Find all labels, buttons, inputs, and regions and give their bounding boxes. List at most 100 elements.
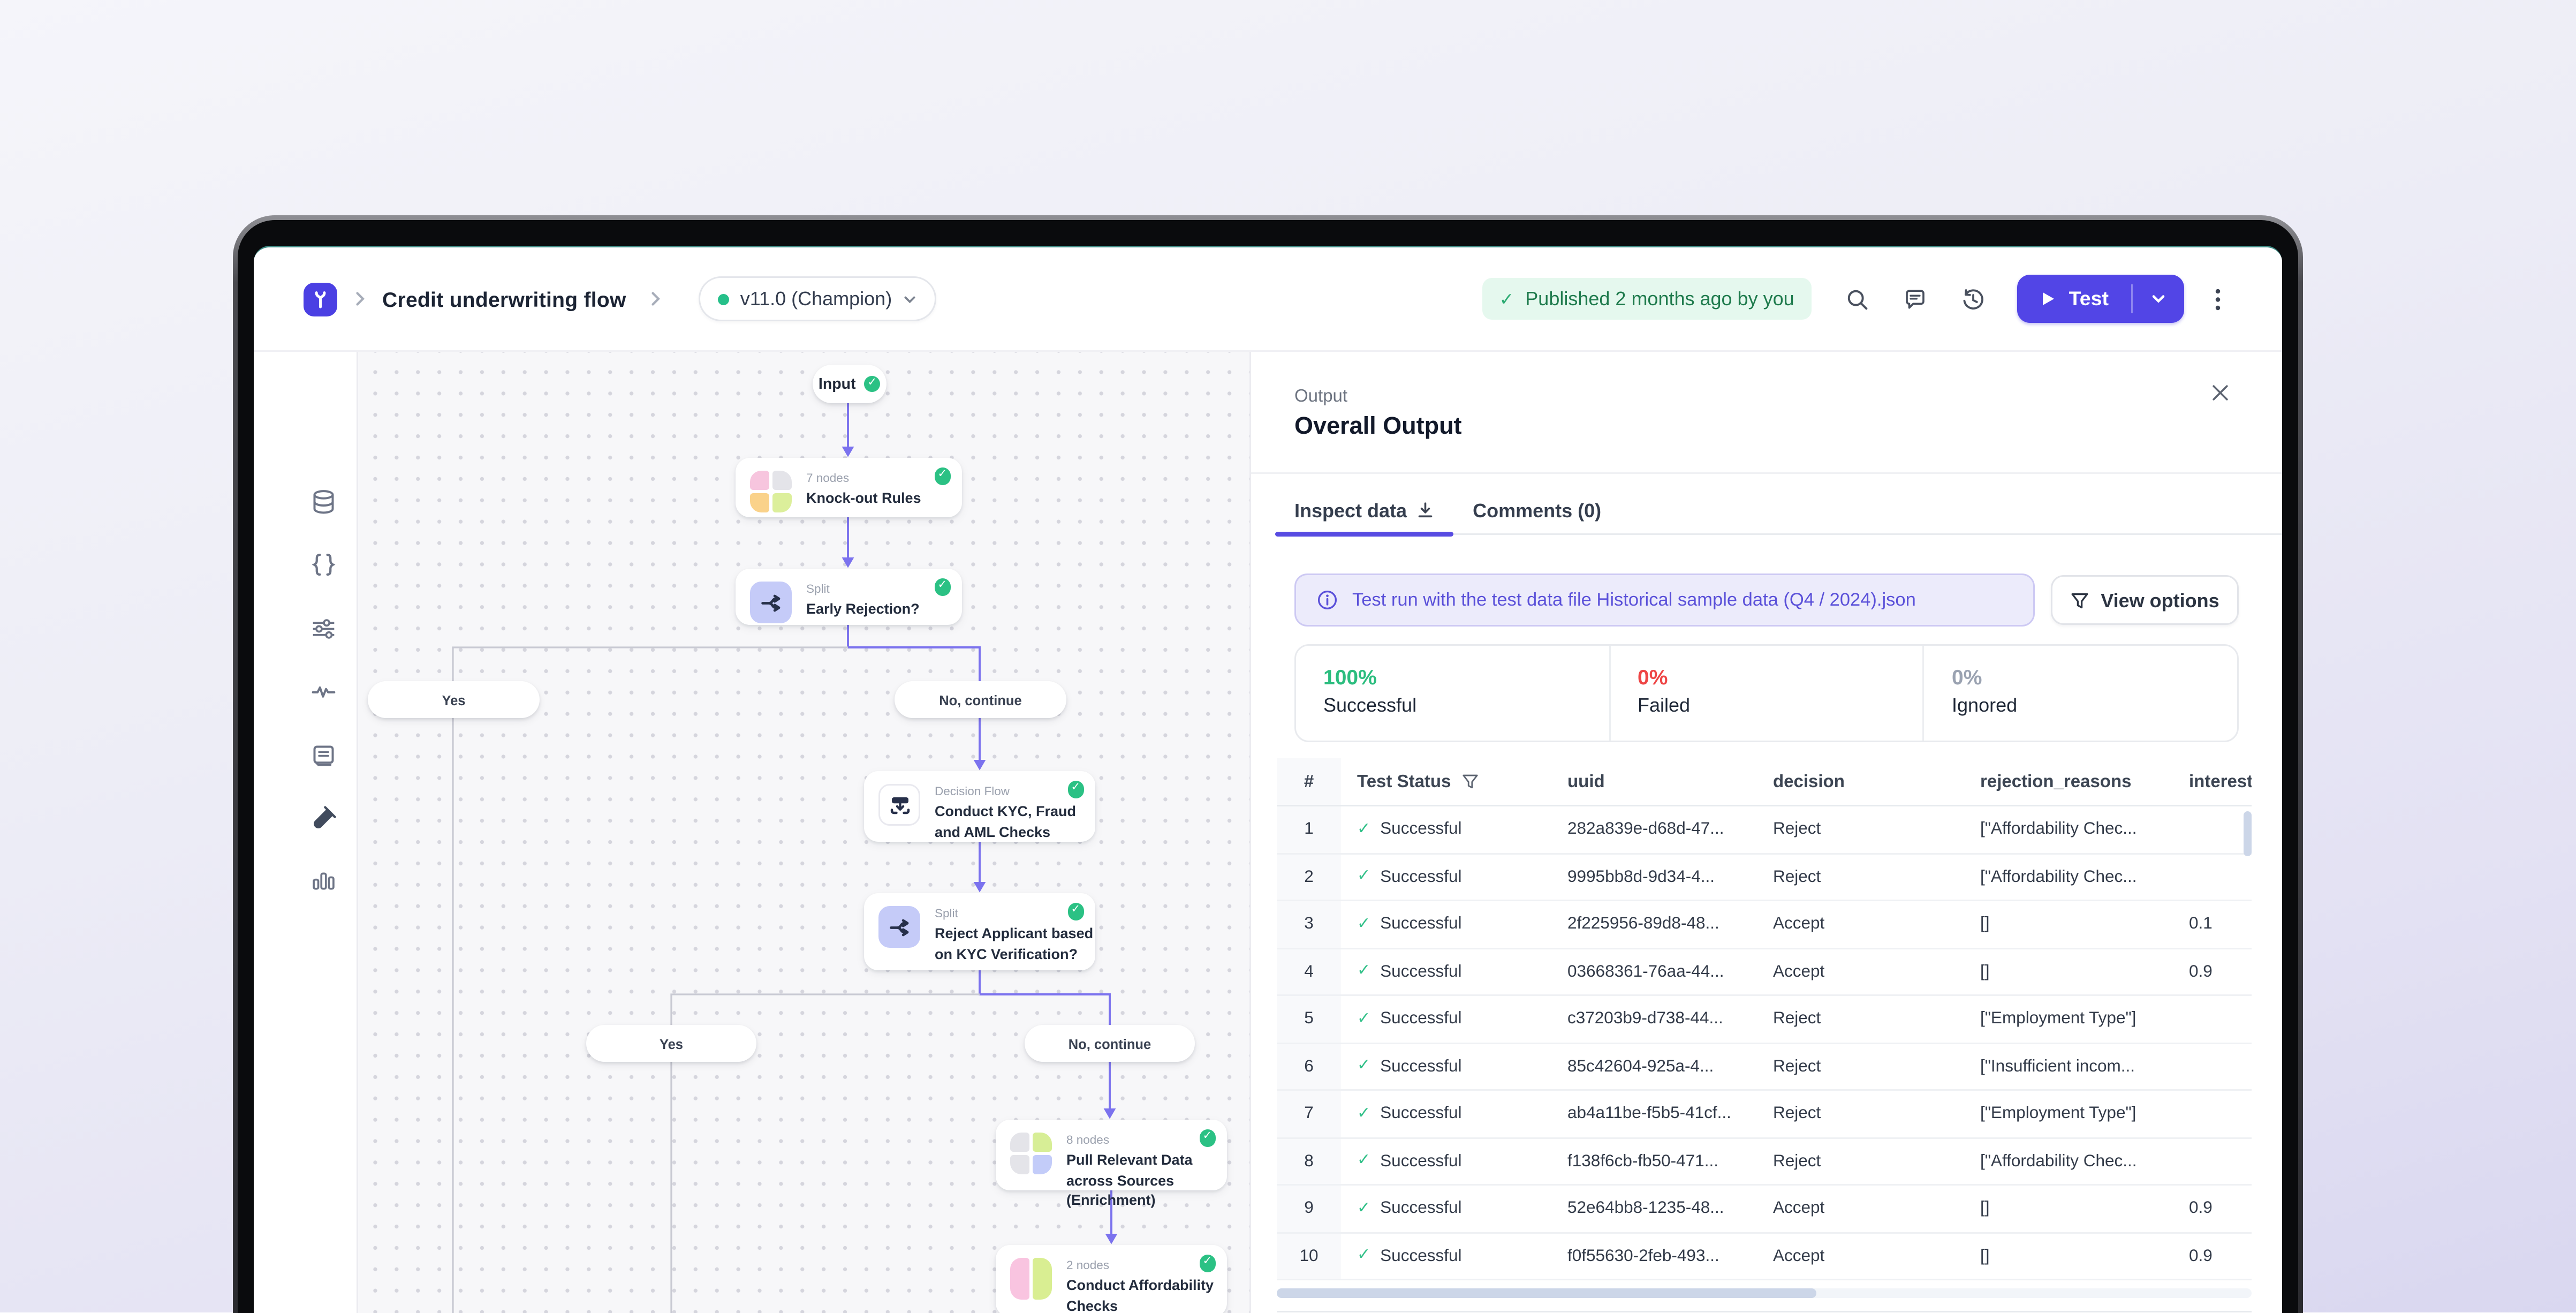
filter-funnel-icon[interactable]: [1462, 773, 1480, 790]
uuid-cell[interactable]: c37203b9-d738-44...: [1551, 996, 1757, 1044]
tab-comments[interactable]: Comments (0): [1453, 487, 1620, 533]
sidebar-item-activity[interactable]: [305, 673, 340, 708]
close-panel-button[interactable]: [2211, 384, 2229, 402]
decision-cell[interactable]: Reject: [1757, 1044, 1964, 1091]
rejection-reasons-cell[interactable]: []: [1964, 1233, 2173, 1281]
uuid-cell[interactable]: ab4a11be-f5b5-41cf...: [1551, 1091, 1757, 1138]
decision-cell[interactable]: Reject: [1757, 1138, 1964, 1186]
test-status-cell[interactable]: ✓ Successful: [1341, 996, 1551, 1044]
rejection-reasons-cell[interactable]: []: [1964, 949, 2173, 997]
test-status-cell[interactable]: ✓ Successful: [1341, 1044, 1551, 1091]
interest-cell[interactable]: 0.9: [2173, 949, 2252, 997]
uuid-cell[interactable]: f0f55630-2feb-493...: [1551, 1233, 1757, 1281]
rejection-reasons-cell[interactable]: ["Employment Type"]: [1964, 996, 2173, 1044]
decision-cell[interactable]: Accept: [1757, 1233, 1964, 1281]
decision-cell[interactable]: Accept: [1757, 949, 1964, 997]
test-status-cell[interactable]: ✓ Successful: [1341, 1233, 1551, 1281]
history-button[interactable]: [1961, 287, 1986, 311]
sidebar-item-data-sources[interactable]: [305, 484, 340, 519]
decision-cell[interactable]: Reject: [1757, 996, 1964, 1044]
rejection-reasons-cell[interactable]: ["Affordability Chec...: [1964, 806, 2173, 854]
decision-flow-icon: [878, 784, 920, 826]
comments-button[interactable]: [1904, 287, 1928, 311]
rejection-reasons-cell[interactable]: ["Affordability Chec...: [1964, 854, 2173, 902]
uuid-cell[interactable]: 03668361-76aa-44...: [1551, 949, 1757, 997]
edge-label-no-continue[interactable]: No, continue: [1025, 1025, 1195, 1062]
test-status-cell[interactable]: ✓ Successful: [1341, 1138, 1551, 1186]
interest-cell[interactable]: 0.9: [2173, 1233, 2252, 1281]
parameters-sliders-icon: [309, 615, 337, 642]
sidebar-item-notebook[interactable]: [305, 737, 340, 773]
column-header-label: Test Status: [1357, 772, 1451, 791]
flow-node-knock-out-rules[interactable]: 7 nodes Knock-out Rules ✓: [736, 458, 962, 517]
flow-node-pull-data[interactable]: 8 nodes Pull Relevant Data across Source…: [996, 1120, 1227, 1190]
decision-cell[interactable]: Reject: [1757, 1091, 1964, 1138]
test-status-cell[interactable]: ✓ Successful: [1341, 1186, 1551, 1233]
rejection-reasons-cell[interactable]: ["Employment Type"]: [1964, 1091, 2173, 1138]
flow-node-input[interactable]: Input ✓: [813, 365, 887, 403]
uuid-cell[interactable]: 2f225956-89d8-48...: [1551, 901, 1757, 949]
column-header-decision[interactable]: decision: [1757, 758, 1964, 806]
column-header-uuid[interactable]: uuid: [1551, 758, 1757, 806]
flow-canvas[interactable]: Input ✓ 7 nodes Knock-out Rules: [358, 352, 1249, 1313]
test-status-cell[interactable]: ✓ Successful: [1341, 806, 1551, 854]
sidebar-item-analytics[interactable]: [305, 863, 340, 898]
edge-label-yes[interactable]: Yes: [368, 681, 540, 718]
uuid-cell[interactable]: 9995bb8d-9d34-4...: [1551, 854, 1757, 902]
test-button[interactable]: Test: [2018, 275, 2184, 323]
interest-cell[interactable]: [2173, 806, 2252, 854]
sidebar-item-parameters[interactable]: [305, 610, 340, 646]
success-check-icon: ✓: [1357, 868, 1370, 886]
uuid-cell[interactable]: 282a839e-d68d-47...: [1551, 806, 1757, 854]
interest-cell[interactable]: [2173, 1091, 2252, 1138]
column-header-test-status[interactable]: Test Status: [1341, 758, 1551, 806]
sidebar-item-schema[interactable]: [305, 546, 340, 582]
decision-cell[interactable]: Accept: [1757, 901, 1964, 949]
column-header-index[interactable]: #: [1277, 758, 1341, 806]
test-status-cell[interactable]: ✓ Successful: [1341, 949, 1551, 997]
uuid-cell[interactable]: f138f6cb-fb50-471...: [1551, 1138, 1757, 1186]
chevron-down-icon: [903, 292, 918, 306]
tab-inspect-data[interactable]: Inspect data: [1275, 487, 1453, 533]
edge-label-yes[interactable]: Yes: [586, 1025, 756, 1062]
stat-ignored: 0% Ignored: [1923, 646, 2237, 741]
interest-cell[interactable]: [2173, 854, 2252, 902]
decision-cell[interactable]: Reject: [1757, 854, 1964, 902]
flow-node-reject-applicant[interactable]: Split Reject Applicant based on KYC Veri…: [864, 893, 1095, 970]
view-options-button[interactable]: View options: [2051, 575, 2239, 625]
vertical-scrollbar[interactable]: [2243, 811, 2252, 856]
test-status-cell[interactable]: ✓ Successful: [1341, 901, 1551, 949]
interest-cell[interactable]: 0.9: [2173, 1186, 2252, 1233]
horizontal-scrollbar[interactable]: [1277, 1288, 1816, 1299]
rejection-reasons-cell[interactable]: ["Affordability Chec...: [1964, 1138, 2173, 1186]
interest-cell[interactable]: 0.1: [2173, 901, 2252, 949]
interest-cell[interactable]: [2173, 1044, 2252, 1091]
edge-label-no-continue[interactable]: No, continue: [895, 681, 1066, 718]
taktile-logo[interactable]: [304, 282, 337, 316]
search-button[interactable]: [1846, 287, 1870, 311]
interest-cell[interactable]: [2173, 996, 2252, 1044]
rejection-reasons-cell[interactable]: []: [1964, 901, 2173, 949]
decision-cell[interactable]: Reject: [1757, 806, 1964, 854]
uuid-cell[interactable]: 52e64bb8-1235-48...: [1551, 1186, 1757, 1233]
version-selector[interactable]: v11.0 (Champion): [699, 276, 937, 321]
decision-cell[interactable]: Accept: [1757, 1186, 1964, 1233]
interest-cell[interactable]: [2173, 1138, 2252, 1186]
flow-node-affordability-checks[interactable]: 2 nodes Conduct Affordability Checks ✓: [996, 1245, 1227, 1313]
results-table-header: # Test Status uuid decision rejection_re…: [1277, 758, 2252, 806]
column-header-interest[interactable]: interest: [2173, 758, 2252, 806]
test-status-cell[interactable]: ✓ Successful: [1341, 854, 1551, 902]
test-options-caret[interactable]: [2133, 275, 2184, 323]
breadcrumb-flow-name[interactable]: Credit underwriting flow: [382, 287, 626, 311]
download-icon[interactable]: [1416, 501, 1434, 519]
flow-node-kyc-checks[interactable]: Decision Flow Conduct KYC, Fraud and AML…: [864, 771, 1095, 842]
test-status-cell[interactable]: ✓ Successful: [1341, 1091, 1551, 1138]
column-header-rejection-reasons[interactable]: rejection_reasons: [1964, 758, 2173, 806]
test-tube-icon: [309, 804, 337, 832]
sidebar-item-testing[interactable]: [305, 800, 340, 835]
uuid-cell[interactable]: 85c42604-925a-4...: [1551, 1044, 1757, 1091]
rejection-reasons-cell[interactable]: []: [1964, 1186, 2173, 1233]
rejection-reasons-cell[interactable]: ["Insufficient incom...: [1964, 1044, 2173, 1091]
flow-node-early-rejection[interactable]: Split Early Rejection? ✓: [736, 569, 962, 625]
more-options-button[interactable]: [2215, 287, 2221, 311]
